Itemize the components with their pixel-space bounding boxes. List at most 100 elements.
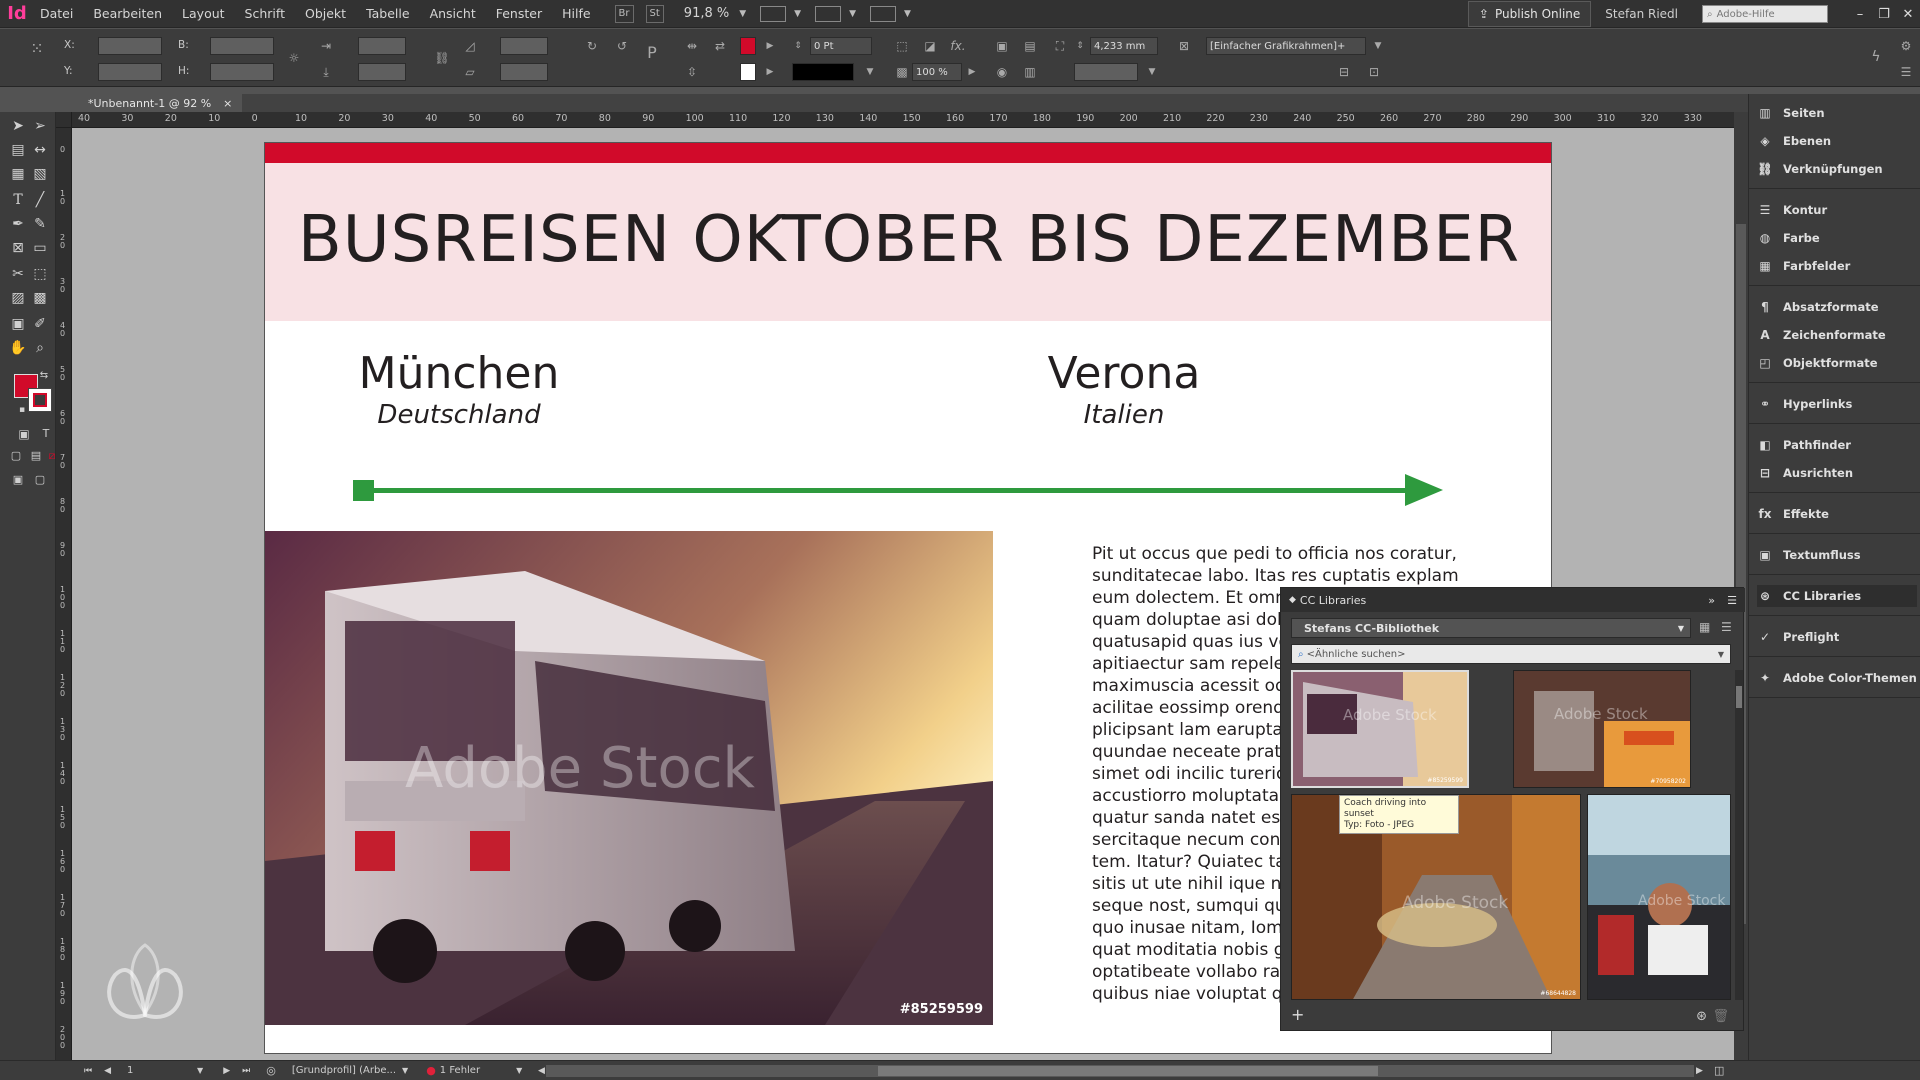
restore-icon[interactable]: ❐ (1872, 7, 1896, 22)
scale-x-field[interactable] (358, 37, 406, 55)
panel-tab-align[interactable]: ⊟ Ausrichten (1757, 462, 1917, 484)
menu-bearbeiten[interactable]: Bearbeiten (83, 6, 172, 21)
type-tool-icon[interactable]: T (8, 190, 28, 210)
last-page-icon[interactable]: ⏭ (242, 1066, 250, 1076)
panel-tab-hyperlinks[interactable]: ⚭ Hyperlinks (1757, 393, 1917, 415)
path-direction-icon[interactable]: P (644, 45, 660, 61)
link-scale-icon[interactable]: ⛓ (434, 50, 450, 66)
fill-frame-icon[interactable]: ▥ (1022, 64, 1038, 80)
fit-frame-icon[interactable]: ▤ (1022, 38, 1038, 54)
open-file-icon[interactable]: ◎ (266, 1064, 276, 1077)
lightning-icon[interactable]: ϟ (1868, 49, 1884, 65)
chevron-down-icon[interactable]: ▼ (1144, 64, 1160, 80)
menu-hilfe[interactable]: Hilfe (552, 6, 600, 21)
drop-shadow-icon[interactable]: ◪ (922, 38, 938, 54)
reference-point-icon[interactable]: ⁙ (26, 41, 48, 63)
direct-selection-tool-icon[interactable]: ➢ (30, 116, 50, 136)
rotate-angle-icon[interactable]: ◿ (462, 38, 478, 54)
expand-panel-icon[interactable]: » (1708, 594, 1715, 607)
size-stepper[interactable]: ⇕ (1072, 38, 1088, 54)
origin-city[interactable]: München (309, 348, 609, 399)
pen-tool-icon[interactable]: ✒ (8, 214, 28, 234)
fill-dropdown-icon[interactable]: ▶ (762, 38, 778, 54)
rotate-cw-icon[interactable]: ↻ (584, 38, 600, 54)
stroke-swatch[interactable] (740, 63, 756, 81)
header-red-bar[interactable] (265, 143, 1551, 163)
chevron-down-icon[interactable]: ▼ (197, 1066, 203, 1075)
bus-photo[interactable]: Adobe Stock #85259599 (265, 531, 993, 1025)
frame-size-field[interactable] (1074, 63, 1138, 81)
height-field[interactable] (210, 63, 274, 81)
chevron-down-icon[interactable]: ▼ (862, 64, 878, 80)
page-title[interactable]: BUSREISEN OKTOBER BIS DEZEMBER (265, 203, 1551, 277)
menu-schrift[interactable]: Schrift (235, 6, 295, 21)
next-page-icon[interactable]: ▶ (223, 1066, 230, 1076)
ruler-origin[interactable] (56, 112, 72, 128)
gap-tool-icon[interactable]: ↔ (30, 140, 50, 160)
destination-country[interactable]: Italien (974, 400, 1274, 430)
shear-angle-icon[interactable]: ▱ (462, 64, 478, 80)
close-tab-icon[interactable]: × (223, 97, 232, 110)
quick-apply-icon[interactable]: ⊟ (1336, 64, 1352, 80)
chevron-down-icon[interactable]: ▼ (904, 9, 911, 19)
page-number-field[interactable]: 1 (127, 1065, 197, 1076)
frame-fitting-icon[interactable]: ⬚ (894, 38, 910, 54)
rotate-field[interactable] (500, 37, 548, 55)
rectangle-frame-tool-icon[interactable]: ⊠ (8, 238, 28, 258)
line-tool-icon[interactable]: ╱ (30, 190, 50, 210)
object-style-dropdown[interactable]: [Einfacher Grafikrahmen]+ (1206, 37, 1366, 55)
effects-fx-icon[interactable]: fx. (950, 38, 966, 54)
stroke-type-field[interactable] (792, 63, 854, 81)
zoom-level[interactable]: 91,8 % (684, 6, 729, 21)
note-tool-icon[interactable]: ▣ (8, 314, 28, 334)
panel-tab-color-themes[interactable]: ✦ Adobe Color-Themen (1757, 667, 1917, 689)
panel-tab-pathfinder[interactable]: ◧ Pathfinder (1757, 434, 1917, 456)
pencil-tool-icon[interactable]: ✎ (30, 214, 50, 234)
panel-menu-icon[interactable]: ☰ (1727, 594, 1737, 607)
view-options-icon[interactable] (760, 5, 787, 22)
zoom-tool-icon[interactable]: ⌕ (30, 338, 50, 358)
fill-swatch[interactable] (740, 37, 756, 55)
formatting-text-icon[interactable]: T (36, 424, 56, 444)
menu-objekt[interactable]: Objekt (295, 6, 356, 21)
document-tab[interactable]: *Unbenannt-1 @ 92 % × (72, 94, 243, 112)
grid-view-icon[interactable]: ▦ (1699, 620, 1710, 634)
panel-tab-text-wrap[interactable]: ▣ Textumfluss (1757, 544, 1917, 566)
menu-ansicht[interactable]: Ansicht (420, 6, 486, 21)
route-arrow-head[interactable] (1405, 474, 1443, 506)
preview-mode-icon[interactable]: ▢ (30, 470, 50, 490)
scale-y-icon[interactable]: ⤓ (318, 64, 334, 80)
chevron-down-icon[interactable]: ▼ (516, 1066, 522, 1075)
size-field[interactable]: 4,233 mm (1090, 37, 1158, 55)
panel-tab-effects[interactable]: fx Effekte (1757, 503, 1917, 525)
user-menu[interactable]: Stefan Riedl (1605, 7, 1678, 21)
opacity-dropdown-icon[interactable]: ▶ (964, 64, 980, 80)
normal-view-icon[interactable]: ▣ (8, 470, 28, 490)
gradient-swatch-tool-icon[interactable]: ▨ (8, 288, 28, 308)
content-collector-icon[interactable]: ▦ (8, 164, 28, 184)
swap-colors-icon[interactable]: ⇆ (34, 366, 54, 386)
shear-field[interactable] (500, 63, 548, 81)
scale-y-field[interactable] (358, 63, 406, 81)
fit-content-icon[interactable]: ▣ (994, 38, 1010, 54)
panel-tab-paragraph-styles[interactable]: ¶ Absatzformate (1757, 296, 1917, 318)
width-field[interactable] (210, 37, 274, 55)
default-colors-icon[interactable]: ▪ (12, 400, 32, 420)
flip-horizontal-icon[interactable]: ⇹ (684, 38, 700, 54)
horizontal-scrollbar-thumb[interactable] (878, 1066, 1378, 1076)
list-view-icon[interactable]: ☰ (1721, 620, 1732, 634)
auto-fit-icon[interactable]: ⛶ (1052, 38, 1068, 54)
stroke-dropdown-icon[interactable]: ▶ (762, 64, 778, 80)
apply-color-icon[interactable]: ▢ (6, 446, 26, 466)
route-arrow-line[interactable] (361, 488, 1411, 493)
scroll-left-icon[interactable]: ◀ (538, 1066, 545, 1076)
library-thumb-passenger[interactable]: Adobe Stock (1587, 794, 1731, 1000)
menu-datei[interactable]: Datei (30, 6, 83, 21)
scroll-right-icon[interactable]: ▶ (1696, 1066, 1703, 1076)
select-container-icon[interactable]: ⇄ (712, 38, 728, 54)
opacity-icon[interactable]: ▩ (894, 64, 910, 80)
library-thumb-bus[interactable]: Adobe Stock #85259599 (1291, 670, 1469, 788)
chevron-down-icon[interactable]: ▼ (849, 9, 856, 19)
similar-search-input[interactable]: ⌕ <Ähnliche suchen> ▼ (1291, 644, 1731, 664)
rectangle-tool-icon[interactable]: ▭ (30, 238, 50, 258)
